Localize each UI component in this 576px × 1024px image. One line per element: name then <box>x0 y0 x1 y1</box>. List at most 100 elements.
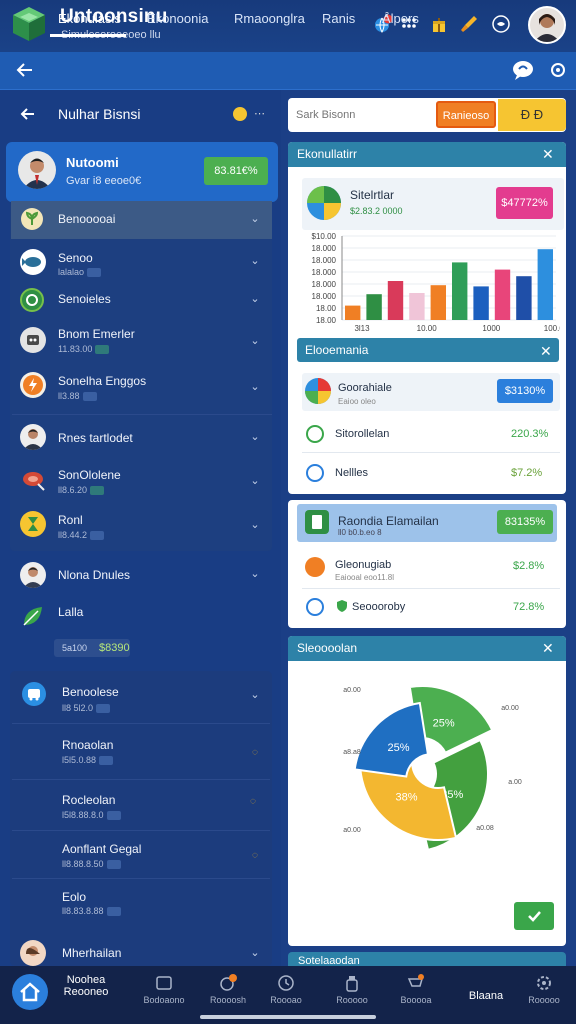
lower-row-sub: l5l5.0.88 <box>62 755 114 766</box>
y-tick-label: 18.000 <box>312 256 337 265</box>
recycle-icon <box>20 288 44 312</box>
plant-icon <box>20 207 44 231</box>
active-tab-indicator <box>50 34 126 37</box>
chevron-down-icon[interactable]: ⌄ <box>249 254 261 267</box>
search-button[interactable]: Ranieoso <box>436 101 496 128</box>
search-tool-icons[interactable]: Ð Ð <box>498 99 566 131</box>
pie-card-header: Sleoooolan <box>288 636 566 661</box>
nav-history[interactable]: Roooao <box>258 974 314 1005</box>
accordion-header[interactable] <box>11 201 272 239</box>
settings-ring-icon[interactable] <box>548 60 568 80</box>
chat-icon[interactable] <box>511 59 535 81</box>
status-dot: ◌ <box>252 747 258 758</box>
amount-right: $8390 <box>99 642 130 654</box>
divider <box>12 414 272 415</box>
tab-ekonoonia[interactable]: Ekonoonia <box>147 0 208 38</box>
lower-row-sub: ll8.83.8.88 <box>62 906 121 917</box>
bottle-icon <box>343 974 361 992</box>
user-avatar[interactable] <box>528 6 566 44</box>
chevron-down-icon[interactable]: ⌄ <box>249 946 261 959</box>
nav-cart[interactable]: Booooa <box>388 974 444 1005</box>
pie-chart: 25%35%38%25%a0.00a0.00a8.a8a.00a0.00 a0.0… <box>343 685 522 852</box>
chevron-down-icon[interactable]: ⌄ <box>249 474 261 487</box>
check-button[interactable] <box>514 902 554 930</box>
status-circle-icon <box>305 557 325 577</box>
row-sub: lalalao <box>58 267 102 278</box>
gift-icon[interactable] <box>428 13 450 35</box>
status-circle-icon <box>306 598 324 616</box>
shield-icon <box>335 599 349 613</box>
status-dot: ◌ <box>250 796 256 807</box>
bar-chart: $10.00 18.000 18.000 18.000 18.000 18.000 18.0… <box>312 232 560 333</box>
profile-sub: Gvar i8 eeoe0€ <box>66 175 142 187</box>
row-label: Rnes tartlodet <box>58 431 133 445</box>
panel-back-icon[interactable] <box>18 104 38 124</box>
y-tick-label: 18.000 <box>312 280 337 289</box>
leaf-icon <box>20 603 46 629</box>
tab-alpors[interactable]: Alpors <box>382 0 419 38</box>
chart-legend-title: Sitelrtlar <box>350 188 395 202</box>
nav-bottle[interactable]: Rooooo <box>324 974 380 1005</box>
row-label: Senoo <box>58 251 93 265</box>
highlight-row-value: 83135% <box>497 510 553 534</box>
document-icon <box>305 510 329 534</box>
x-tick-label: 3l13 <box>354 324 370 333</box>
status-dot: ◌ <box>252 850 258 861</box>
chevron-down-icon[interactable]: ⌄ <box>249 518 261 531</box>
person-avatar <box>20 562 46 588</box>
robot-icon <box>20 327 46 353</box>
profile-badge: 83.81€% <box>204 157 268 185</box>
nav-badges[interactable]: Roooosh <box>200 974 256 1005</box>
bar <box>366 294 382 320</box>
divider <box>12 878 270 879</box>
chevron-down-icon[interactable]: ⌄ <box>249 567 261 580</box>
bus-icon <box>22 682 46 706</box>
tab-rmaoonglra[interactable]: Rmaoonglra <box>234 0 305 38</box>
pie-callout: a8.a8 <box>343 749 361 756</box>
nav-images[interactable]: Bodoaono <box>136 974 192 1005</box>
nav-settings[interactable]: Rooooo <box>516 974 572 1005</box>
chevron-down-icon[interactable]: ⌄ <box>249 380 261 393</box>
accordion-title: Benooooai <box>58 212 116 226</box>
home-icon[interactable] <box>12 974 48 1010</box>
tab-ranis[interactable]: Ranis <box>322 0 355 38</box>
pie-slice-label: 25% <box>433 718 455 730</box>
close-icon[interactable]: ✕ <box>542 640 554 657</box>
person-avatar <box>20 424 46 450</box>
more-icon[interactable]: ⋯ <box>254 107 265 120</box>
chevron-down-icon[interactable]: ⌄ <box>249 688 261 701</box>
divider <box>302 452 560 453</box>
fish-icon <box>20 249 46 275</box>
close-icon[interactable]: ✕ <box>542 146 554 163</box>
row-label: Sonelha Enggos <box>58 374 147 388</box>
donut-icon <box>305 184 343 222</box>
y-tick-label: 18.000 <box>312 244 337 253</box>
nav-home[interactable]: Noohea Reooneo <box>58 974 114 998</box>
pie-slice-label: 25% <box>388 742 410 754</box>
back-arrow-icon[interactable] <box>14 59 36 81</box>
lower-row-sub: ll8.88.8.50 <box>62 859 121 870</box>
close-icon[interactable]: ✕ <box>540 343 552 360</box>
brush-icon[interactable] <box>458 13 480 35</box>
lower-footer-label: Mherhailan <box>62 946 122 960</box>
globe-icon[interactable] <box>490 13 512 35</box>
x-tick-label: 10.00 <box>417 324 438 333</box>
chart-badge: $47772% <box>496 187 553 219</box>
row-label: Nlona Dnules <box>58 568 131 582</box>
search-input[interactable] <box>296 106 426 124</box>
chevron-down-icon[interactable]: ⌄ <box>249 430 261 443</box>
chevron-down-icon[interactable]: ⌄ <box>249 334 261 347</box>
table-row-value: 220.3% <box>511 428 549 440</box>
cart-icon <box>407 974 425 992</box>
meat-icon <box>20 466 46 492</box>
nav-main[interactable]: Blaana <box>458 990 514 1002</box>
y-tick-label: $10.00 <box>312 232 337 241</box>
table-row-label: Sitorollelan <box>335 428 390 440</box>
table-row-value: $3130% <box>497 379 553 403</box>
bar <box>473 286 489 320</box>
bar <box>387 281 404 320</box>
chevron-down-icon[interactable]: ⌄ <box>249 292 261 305</box>
tab-ekonulasis[interactable]: Ekonulasis <box>58 0 121 38</box>
chevron-up-icon[interactable]: ⌄ <box>249 212 261 225</box>
x-tick-label: 1000 <box>482 324 500 333</box>
